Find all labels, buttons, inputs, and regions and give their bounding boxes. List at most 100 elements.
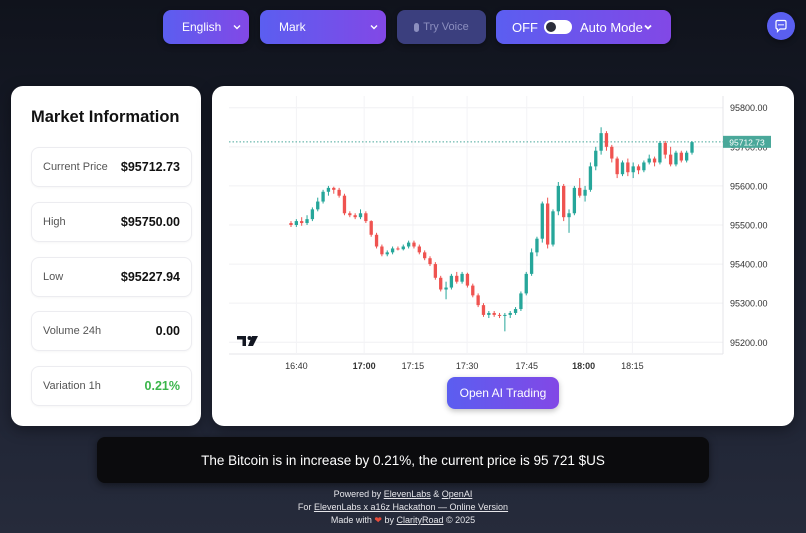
language-select[interactable]: English (163, 10, 249, 44)
candle-body (540, 203, 544, 239)
voice-value: Mark (279, 20, 306, 34)
footer-text: Powered by (333, 489, 382, 499)
candle-body (316, 201, 320, 210)
candle-body (567, 213, 571, 218)
status-message: The Bitcoin is in increase by 0.21%, the… (97, 437, 709, 483)
candle (364, 211, 368, 224)
try-voice-button[interactable]: Try Voice (397, 10, 486, 44)
candle-body (631, 166, 635, 173)
auto-mode-control[interactable]: OFF Auto Mode (496, 10, 671, 44)
candle (562, 183, 566, 222)
candle-body (492, 312, 496, 315)
candle (636, 164, 641, 175)
candle (316, 197, 320, 212)
open-ai-trading-button[interactable]: Open AI Trading (447, 377, 559, 409)
candle-body (294, 221, 299, 225)
logo-part (237, 336, 246, 346)
voice-select[interactable]: Mark (260, 10, 386, 44)
candle (663, 140, 667, 159)
chevron-down-icon[interactable] (642, 21, 654, 33)
candle-body (519, 293, 523, 310)
clarityroad-link[interactable]: ClarityRoad (396, 515, 443, 525)
candle-body (636, 166, 641, 171)
candle (588, 162, 593, 192)
candle-body (674, 152, 678, 165)
candle (684, 150, 689, 163)
candle-body (610, 146, 614, 159)
stat-low: Low $95227.94 (31, 257, 192, 297)
heart-icon: ❤ (374, 515, 382, 525)
footer-text: Made with (330, 515, 372, 525)
candle-body (578, 187, 582, 196)
candle-body (433, 264, 438, 278)
toggle-knob (546, 22, 556, 32)
openai-link[interactable]: OpenAI (442, 489, 473, 499)
hackathon-link[interactable]: ElevenLabs x a16z Hackathon — Online Ver… (314, 502, 508, 512)
tradingview-logo-icon (237, 336, 258, 346)
candle (380, 244, 384, 257)
candle (674, 150, 678, 167)
x-tick-label: 16:40 (285, 361, 308, 371)
candle-body (524, 273, 528, 294)
try-voice-label: Try Voice (423, 21, 469, 33)
candle-body (449, 275, 454, 288)
candle-body (562, 185, 566, 218)
candle-body (326, 187, 331, 192)
candle-body (406, 242, 411, 247)
candle (524, 271, 528, 296)
stat-value: 0.00 (155, 324, 180, 338)
candle-body (460, 273, 464, 282)
microphone-icon (414, 22, 420, 32)
candle (300, 217, 304, 226)
y-tick-label: 95800.00 (730, 103, 768, 113)
stat-high: High $95750.00 (31, 202, 192, 242)
stat-current-price: Current Price $95712.73 (31, 147, 192, 187)
candle-body (679, 152, 683, 161)
candlestick-chart[interactable]: 95800.0095700.0095600.0095500.0095400.00… (212, 86, 794, 376)
candle (567, 209, 571, 233)
candle (337, 187, 341, 198)
elevenlabs-link[interactable]: ElevenLabs (384, 489, 431, 499)
candle-body (583, 189, 587, 196)
candle (396, 246, 400, 251)
auto-mode-state: OFF (512, 19, 538, 35)
footer: Powered by ElevenLabs & OpenAI For Eleve… (0, 488, 806, 527)
candle (385, 250, 389, 257)
candle-body (487, 312, 491, 315)
candle-body (508, 312, 512, 315)
price-chart-card: 95800.0095700.0095600.0095500.0095400.00… (212, 86, 794, 426)
candle (417, 244, 421, 255)
auto-mode-toggle[interactable] (544, 20, 572, 34)
candle-body (380, 246, 384, 255)
footer-line-powered: Powered by ElevenLabs & OpenAI (0, 488, 806, 501)
candle (690, 140, 694, 155)
candle (679, 150, 683, 163)
candle (620, 160, 625, 177)
candle-body (396, 248, 400, 250)
candle (353, 213, 357, 220)
candle (503, 312, 507, 332)
candle-body (476, 295, 480, 306)
chat-button[interactable] (767, 12, 795, 40)
candle-body (417, 246, 421, 253)
candle-body (545, 203, 550, 245)
stat-value: $95227.94 (120, 270, 180, 284)
stat-volume-24h: Volume 24h 0.00 (31, 311, 192, 351)
candle-body (647, 158, 651, 163)
candle-body (642, 162, 646, 171)
candle-body (439, 277, 443, 290)
stat-label: Low (43, 271, 64, 283)
candle (487, 311, 491, 319)
candle-body (529, 252, 534, 274)
candle-body (652, 158, 657, 163)
candle (294, 219, 299, 227)
stat-value: 0.21% (144, 379, 180, 393)
candle (321, 189, 325, 204)
candle-body (289, 223, 293, 225)
footer-text: & (433, 489, 440, 499)
candle (578, 178, 582, 198)
candle (481, 303, 486, 317)
x-tick-label: 18:15 (621, 361, 644, 371)
candle (476, 293, 480, 308)
candle (519, 291, 523, 311)
